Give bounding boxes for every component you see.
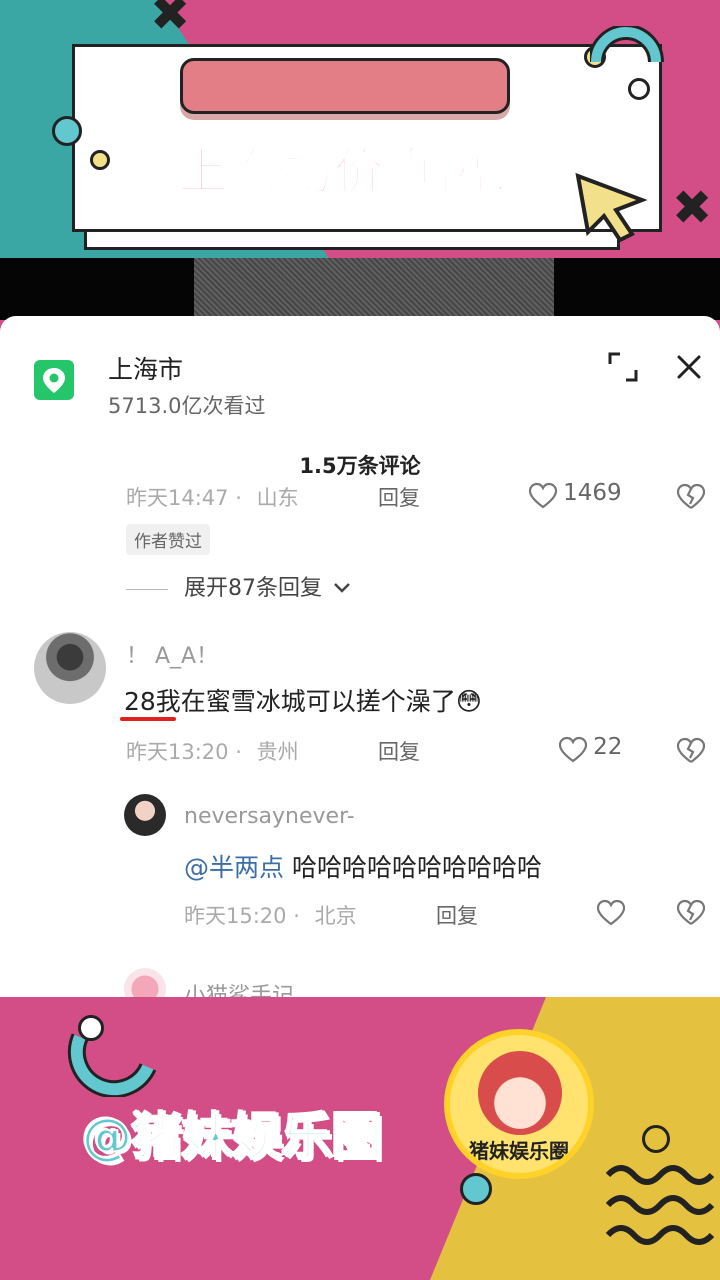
- like-count: 22: [593, 734, 623, 760]
- video-texture: [194, 258, 554, 320]
- location-title[interactable]: 上海市: [108, 350, 183, 386]
- circle-decor: [90, 150, 110, 170]
- chevron-down-icon: [333, 576, 351, 601]
- expand-label: 展开87条回复: [184, 576, 322, 601]
- dislike-button[interactable]: [676, 482, 706, 516]
- highlight-underline: [120, 717, 176, 721]
- close-icon[interactable]: [672, 350, 706, 388]
- comment-sheet: 上海市 5713.0亿次看过 1.5万条评论 昨天14:47 · 山东 回复 1…: [0, 316, 720, 998]
- comment-body: 28我在蜜雪冰城可以搓个澡了: [124, 687, 456, 716]
- reply-body: 哈哈哈哈哈哈哈哈哈哈: [291, 853, 542, 882]
- wave-decor: [605, 1165, 714, 1245]
- circle-decor: [460, 1173, 492, 1205]
- x-decor: ✖: [672, 180, 713, 236]
- avatar[interactable]: [34, 632, 106, 704]
- mention-link[interactable]: @半两点: [184, 853, 284, 882]
- like-button[interactable]: 1469: [528, 480, 622, 511]
- comment-time: 昨天15:20: [184, 904, 287, 928]
- arc-decor: [590, 26, 664, 63]
- separator: ·: [235, 740, 249, 764]
- comment-meta: 昨天13:20 · 贵州: [126, 736, 299, 766]
- dislike-button[interactable]: [676, 736, 706, 770]
- broken-heart-icon: [676, 737, 706, 763]
- broken-heart-icon: [676, 483, 706, 509]
- divider: [126, 588, 168, 590]
- comment-location: 北京: [314, 904, 357, 928]
- broken-heart-icon: [676, 899, 706, 925]
- circle-decor: [642, 1125, 670, 1153]
- reply-button[interactable]: 回复: [436, 900, 478, 930]
- reply-button[interactable]: 回复: [378, 482, 420, 512]
- banner-pill: [180, 58, 510, 114]
- top-banner: ✖ ✖ 上海物价真离谱: [0, 0, 720, 260]
- comment-meta: 昨天14:47 · 山东: [126, 482, 299, 512]
- video-background: [0, 258, 720, 320]
- flushed-face-emoji: 😳: [455, 687, 482, 716]
- map-pin-icon[interactable]: [34, 360, 74, 400]
- account-handle: @猪妹娱乐圈: [81, 1107, 383, 1167]
- comment-location: 贵州: [256, 740, 299, 764]
- separator: ·: [293, 904, 307, 928]
- reply-username[interactable]: neversaynever-: [184, 804, 355, 829]
- heart-icon: [528, 482, 558, 508]
- circle-decor: [52, 116, 82, 146]
- avatar[interactable]: [124, 968, 166, 998]
- bottom-banner: @猪妹娱乐圈 猪妹娱乐圈: [0, 997, 720, 1280]
- logo-text: 猪妹娱乐圈: [469, 1139, 569, 1163]
- author-liked-tag: 作者赞过: [126, 524, 210, 555]
- heart-icon: [596, 899, 626, 926]
- expand-replies-button[interactable]: 展开87条回复: [126, 570, 351, 602]
- comment-location: 山东: [256, 486, 299, 510]
- location-views: 5713.0亿次看过: [108, 394, 266, 418]
- fullscreen-icon[interactable]: [606, 350, 640, 388]
- comment-text: 28我在蜜雪冰城可以搓个澡了😳: [124, 682, 482, 718]
- circle-decor: [78, 1015, 104, 1041]
- reply-text: @半两点 哈哈哈哈哈哈哈哈哈哈: [184, 848, 542, 884]
- reply-username[interactable]: 小猫鲨手记: [184, 978, 294, 998]
- comment-time: 昨天14:47: [126, 486, 229, 510]
- heart-icon: [558, 736, 588, 762]
- brand-logo: 猪妹娱乐圈: [444, 1029, 594, 1179]
- cursor-icon: [575, 172, 648, 242]
- comment-time: 昨天13:20: [126, 740, 229, 764]
- banner-title: 上海物价真离谱: [177, 142, 542, 202]
- mascot-avatar: [478, 1051, 562, 1135]
- separator: ·: [235, 486, 249, 510]
- comment-username[interactable]: ！ A_A！: [126, 638, 218, 670]
- like-button[interactable]: [596, 898, 626, 932]
- reply-button[interactable]: 回复: [378, 736, 420, 766]
- like-count: 1469: [563, 480, 622, 506]
- avatar[interactable]: [124, 794, 166, 836]
- comment-count: 1.5万条评论: [299, 454, 421, 478]
- x-decor: ✖: [150, 0, 191, 42]
- comment-meta: 昨天15:20 · 北京: [184, 900, 357, 930]
- like-button[interactable]: 22: [558, 734, 622, 765]
- dislike-button[interactable]: [676, 898, 706, 932]
